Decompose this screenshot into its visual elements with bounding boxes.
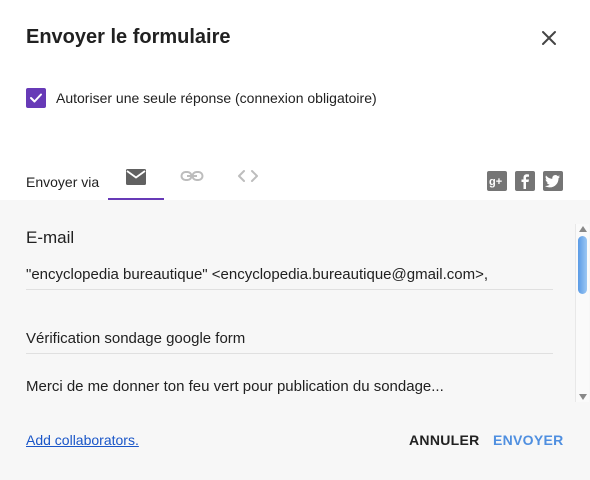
cancel-button[interactable]: ANNULER	[409, 432, 480, 448]
close-button[interactable]	[536, 25, 562, 51]
embed-code-icon	[238, 170, 258, 182]
scrollbar-thumb[interactable]	[578, 236, 587, 294]
send-button[interactable]: ENVOYER	[493, 432, 564, 448]
google-plus-icon[interactable]: g+	[487, 171, 507, 191]
tab-embed[interactable]	[220, 160, 276, 200]
link-icon	[180, 171, 204, 181]
scrollbar[interactable]	[575, 224, 589, 402]
tab-link[interactable]	[164, 160, 220, 200]
add-collaborators-link[interactable]: Add collaborators.	[26, 432, 139, 448]
message-field[interactable]: Merci de me donner ton feu vert pour pub…	[26, 378, 553, 402]
scroll-up-arrow-icon[interactable]	[579, 226, 587, 232]
single-response-label: Autoriser une seule réponse (connexion o…	[56, 90, 377, 106]
twitter-icon[interactable]	[543, 171, 563, 191]
dialog-title: Envoyer le formulaire	[26, 26, 231, 48]
tab-email[interactable]	[108, 160, 164, 200]
facebook-icon[interactable]	[515, 171, 535, 191]
single-response-option[interactable]: Autoriser une seule réponse (connexion o…	[26, 88, 377, 108]
email-section-title: E-mail	[26, 228, 75, 247]
email-panel: E-mail "encyclopedia bureautique" <encyc…	[0, 200, 590, 480]
close-icon	[542, 31, 556, 45]
dialog-header: Envoyer le formulaire Autoriser une seul…	[0, 0, 590, 200]
send-form-dialog: Envoyer le formulaire Autoriser une seul…	[0, 0, 590, 480]
checkmark-icon	[30, 93, 42, 103]
send-via-label: Envoyer via	[26, 174, 100, 190]
recipients-field[interactable]: "encyclopedia bureautique" <encyclopedia…	[26, 266, 553, 290]
email-icon	[126, 169, 146, 185]
svg-text:g+: g+	[489, 176, 502, 188]
subject-field[interactable]: Vérification sondage google form	[26, 330, 553, 354]
single-response-checkbox[interactable]	[26, 88, 46, 108]
scroll-down-arrow-icon[interactable]	[579, 394, 587, 400]
